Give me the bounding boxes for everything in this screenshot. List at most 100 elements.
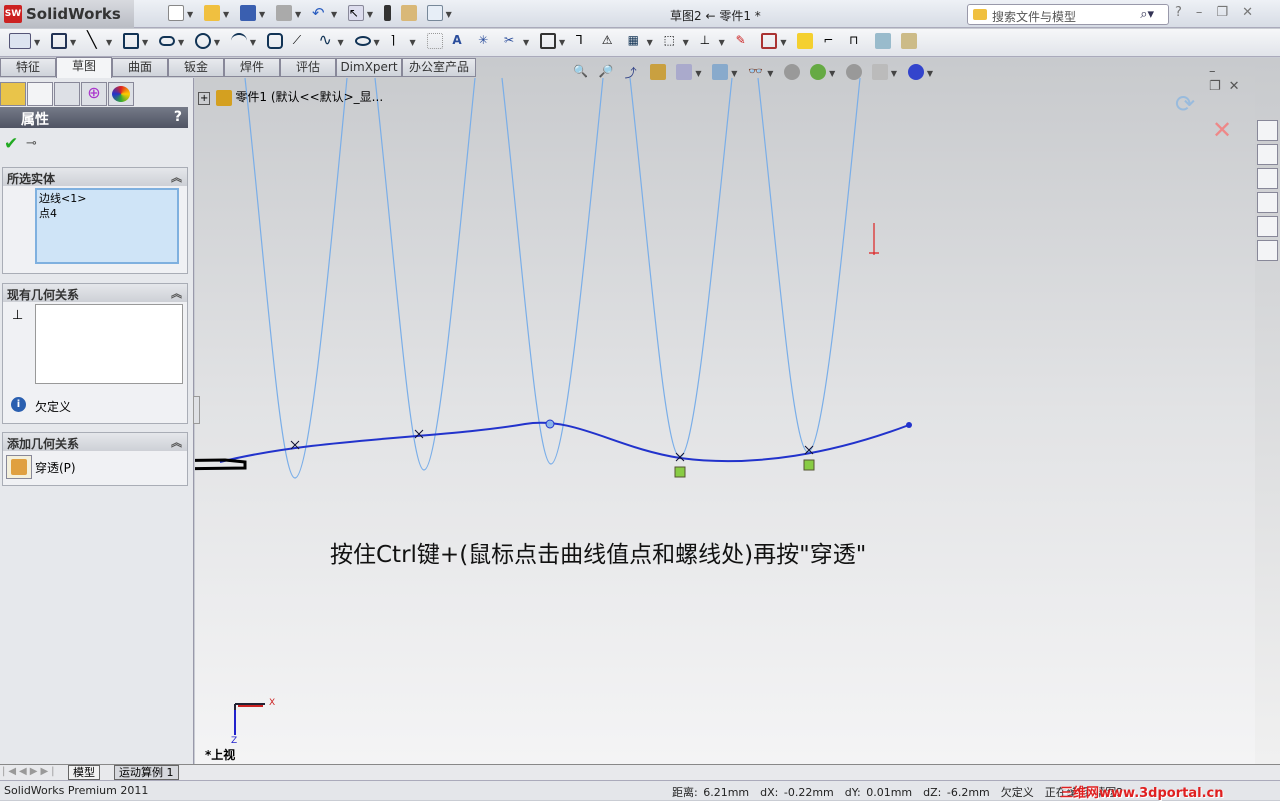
pattern-icon[interactable]: ▦ [628, 33, 644, 49]
convert-entities-icon[interactable] [539, 33, 556, 49]
rebuild-icon[interactable] [383, 5, 391, 21]
zoom-to-fit-icon[interactable]: 🔍 [573, 64, 589, 80]
tab-evaluate[interactable]: 评估 [280, 58, 336, 77]
expand-icon[interactable]: + [198, 92, 211, 105]
configuration-manager-tab[interactable] [54, 82, 80, 106]
minimize-icon[interactable]: – [1196, 5, 1217, 20]
move-entities-icon[interactable]: ⬚ [664, 33, 680, 49]
image-icon[interactable] [874, 33, 891, 49]
line-icon[interactable]: ╲ [87, 32, 103, 49]
hide-show-items-icon[interactable]: 👓 [748, 64, 764, 80]
edit-appearance-icon[interactable] [784, 64, 801, 80]
display-style-icon[interactable] [712, 64, 729, 80]
ellipse-icon[interactable] [354, 36, 371, 46]
previous-view-icon[interactable]: ⤴ [625, 64, 641, 80]
help-button[interactable]: ? [174, 109, 182, 125]
file-properties-icon[interactable] [426, 5, 443, 21]
shaded-contours-icon[interactable]: ⊓ [849, 33, 865, 49]
tab-features[interactable]: 特征 [0, 58, 56, 77]
tab-sketch[interactable]: 草图 [56, 57, 112, 78]
panel-collapse-handle[interactable] [193, 396, 200, 424]
close-icon[interactable]: ✕ [1242, 5, 1267, 20]
smart-dimension-icon[interactable] [50, 33, 67, 49]
open-icon[interactable] [203, 5, 220, 21]
collapse-icon[interactable]: ︽ [171, 434, 182, 450]
sketch-picture-icon[interactable]: ⌐ [823, 33, 839, 49]
pierce-label[interactable]: 穿透(P) [35, 459, 76, 476]
tab-dimxpert[interactable]: DimXpert [336, 58, 402, 77]
tab-office-products[interactable]: 办公室产品 [402, 58, 476, 77]
help-icon[interactable]: ? [1175, 5, 1196, 20]
rectangle-icon[interactable] [122, 33, 139, 49]
mirror-icon[interactable]: ⚠ [602, 33, 618, 49]
slot-icon[interactable] [158, 36, 175, 46]
spline-icon[interactable]: ∿ [319, 32, 335, 49]
pierce-relation-icon[interactable] [803, 459, 815, 471]
realview-icon[interactable] [846, 64, 863, 80]
search-icon[interactable]: ⌕▾ [1140, 7, 1154, 22]
search-input[interactable]: 搜索文件与模型 ⌕▾ [967, 4, 1169, 25]
cancel-corner-icon[interactable]: ✕ [1212, 116, 1232, 144]
confirm-corner-icon[interactable]: ⟳ [1175, 90, 1205, 120]
tab-scroll-arrows[interactable]: |◀◀▶▶| [2, 766, 58, 777]
apply-scene-icon[interactable] [907, 64, 924, 80]
pierce-relation-icon[interactable] [674, 466, 686, 478]
spline-curve[interactable] [219, 421, 910, 463]
design-library-icon[interactable] [1257, 144, 1278, 165]
tab-surfaces[interactable]: 曲面 [112, 58, 168, 77]
custom-properties-icon[interactable] [1257, 240, 1278, 261]
ok-check-icon[interactable]: ✔ [4, 134, 18, 154]
offset-icon[interactable]: Ꞁ [576, 33, 592, 49]
fillet-icon[interactable]: ⌉ [391, 33, 407, 49]
repair-sketch-icon[interactable]: ✎ [736, 33, 752, 49]
tab-model[interactable]: 模型 [68, 765, 100, 780]
solidworks-logo[interactable]: SW SolidWorks [0, 0, 134, 28]
plane-icon[interactable] [426, 33, 443, 49]
view-settings-icon[interactable] [871, 64, 888, 80]
measure-icon[interactable] [900, 33, 917, 49]
point-icon[interactable]: ✳ [478, 33, 494, 49]
trim-icon[interactable]: ✂ [504, 33, 520, 49]
appearances-icon[interactable] [1257, 216, 1278, 237]
view-orientation-icon[interactable] [676, 64, 693, 80]
sketch-icon[interactable] [9, 33, 31, 49]
existing-relations-list[interactable] [35, 304, 183, 384]
new-icon[interactable] [168, 5, 184, 21]
pierce-relation-button[interactable] [6, 455, 32, 479]
spline-endpoint[interactable] [906, 422, 912, 428]
dimxpert-manager-tab[interactable]: ⊕ [81, 82, 107, 106]
selected-entities-list[interactable]: 边线<1> 点4 [35, 188, 179, 264]
quick-snaps-icon[interactable] [761, 33, 778, 49]
display-manager-tab[interactable] [108, 82, 134, 106]
polygon-icon[interactable] [266, 33, 283, 49]
list-item[interactable]: 点4 [39, 206, 175, 221]
scene-icon[interactable] [810, 64, 827, 80]
collapse-icon[interactable]: ︽ [171, 169, 182, 185]
view-palette-icon[interactable] [1257, 192, 1278, 213]
property-manager-tab[interactable] [27, 82, 53, 106]
graphics-area[interactable]: + 零件1 (默认<<默认>_显... X Z *上视 –❐✕ ⟳ ✕ [195, 58, 1255, 764]
home-icon[interactable] [1257, 120, 1278, 141]
tab-weldments[interactable]: 焊件 [224, 58, 280, 77]
feature-tree-flyout[interactable]: + 零件1 (默认<<默认>_显... [195, 88, 383, 106]
restore-icon[interactable]: ❐ [1216, 5, 1242, 20]
tab-sheet-metal[interactable]: 钣金 [168, 58, 224, 77]
tab-motion-study[interactable]: 运动算例 1 [114, 765, 179, 780]
section-view-icon[interactable] [650, 64, 667, 80]
save-icon[interactable] [239, 5, 256, 21]
instant2d-icon[interactable] [797, 33, 814, 49]
circle-icon[interactable] [194, 33, 211, 49]
arc-icon[interactable] [230, 33, 247, 49]
text-icon[interactable]: A [452, 33, 468, 49]
collapse-icon[interactable]: ︽ [171, 285, 182, 301]
file-explorer-icon[interactable] [1257, 168, 1278, 189]
helix-curve[interactable] [244, 77, 861, 479]
undo-icon[interactable]: ↶ [312, 5, 328, 21]
pin-icon[interactable]: ⊸ [26, 136, 37, 151]
selected-point[interactable] [545, 419, 555, 429]
viewport-window-controls[interactable]: –❐✕ [1209, 64, 1255, 94]
print-icon[interactable] [275, 5, 292, 21]
feature-manager-tab[interactable] [0, 82, 26, 106]
options-icon[interactable] [400, 5, 417, 21]
sketch-fillet-icon[interactable]: ⟋ [293, 33, 309, 49]
